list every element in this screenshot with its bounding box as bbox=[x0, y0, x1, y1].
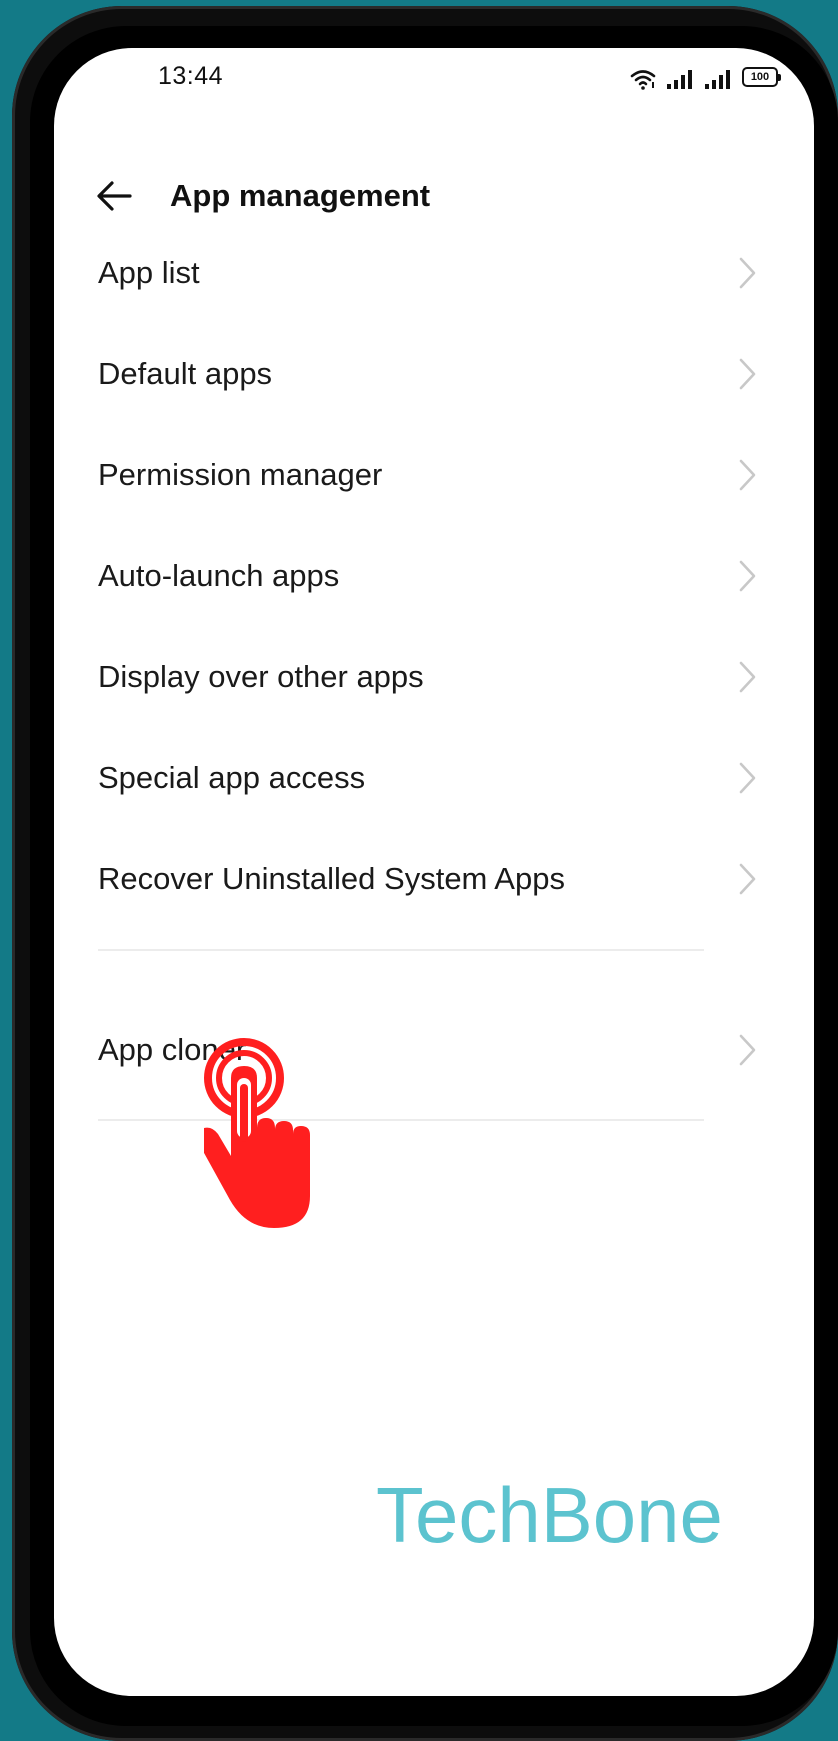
menu-item-app-list[interactable]: App list bbox=[54, 223, 814, 323]
tap-hand-icon bbox=[204, 1038, 310, 1228]
menu-item-label: Display over other apps bbox=[98, 659, 424, 694]
menu-item-recover-uninstalled-system-apps[interactable]: Recover Uninstalled System Apps bbox=[54, 829, 814, 929]
chevron-right-icon bbox=[739, 459, 756, 491]
chevron-right-icon bbox=[739, 560, 756, 592]
signal-icon bbox=[667, 70, 692, 89]
wifi-icon bbox=[630, 70, 656, 90]
chevron-right-icon bbox=[739, 661, 756, 693]
techbone-watermark: TechBone bbox=[376, 1471, 723, 1559]
section-divider bbox=[98, 1119, 704, 1121]
menu-item-label: Default apps bbox=[98, 356, 273, 391]
chevron-right-icon bbox=[739, 762, 756, 794]
status-icons: 100 bbox=[630, 62, 781, 90]
menu-item-label: Special app access bbox=[98, 760, 366, 795]
back-arrow-icon[interactable] bbox=[92, 174, 136, 218]
menu-item-label: Auto-launch apps bbox=[98, 558, 340, 593]
signal-icon bbox=[705, 70, 730, 89]
page-title: App management bbox=[170, 178, 431, 213]
menu-item-display-over-other-apps[interactable]: Display over other apps bbox=[54, 627, 814, 727]
phone-screen: 13:44 100 App management App list Defaul… bbox=[54, 48, 814, 1696]
status-time: 13:44 bbox=[158, 62, 224, 90]
chevron-right-icon bbox=[739, 257, 756, 289]
menu-item-app-cloner[interactable]: App cloner bbox=[54, 1000, 814, 1100]
menu-item-special-app-access[interactable]: Special app access bbox=[54, 728, 814, 828]
chevron-right-icon bbox=[739, 863, 756, 895]
battery-icon: 100 bbox=[742, 67, 781, 87]
menu-item-label: Recover Uninstalled System Apps bbox=[98, 861, 565, 896]
section-divider bbox=[98, 949, 704, 951]
menu-item-default-apps[interactable]: Default apps bbox=[54, 324, 814, 424]
status-bar: 13:44 100 bbox=[54, 48, 814, 108]
menu-item-permission-manager[interactable]: Permission manager bbox=[54, 425, 814, 525]
chevron-right-icon bbox=[739, 1034, 756, 1066]
chevron-right-icon bbox=[739, 358, 756, 390]
menu-item-auto-launch-apps[interactable]: Auto-launch apps bbox=[54, 526, 814, 626]
menu-item-label: Permission manager bbox=[98, 457, 383, 492]
menu-item-label: App list bbox=[98, 255, 200, 290]
battery-level: 100 bbox=[750, 71, 770, 83]
